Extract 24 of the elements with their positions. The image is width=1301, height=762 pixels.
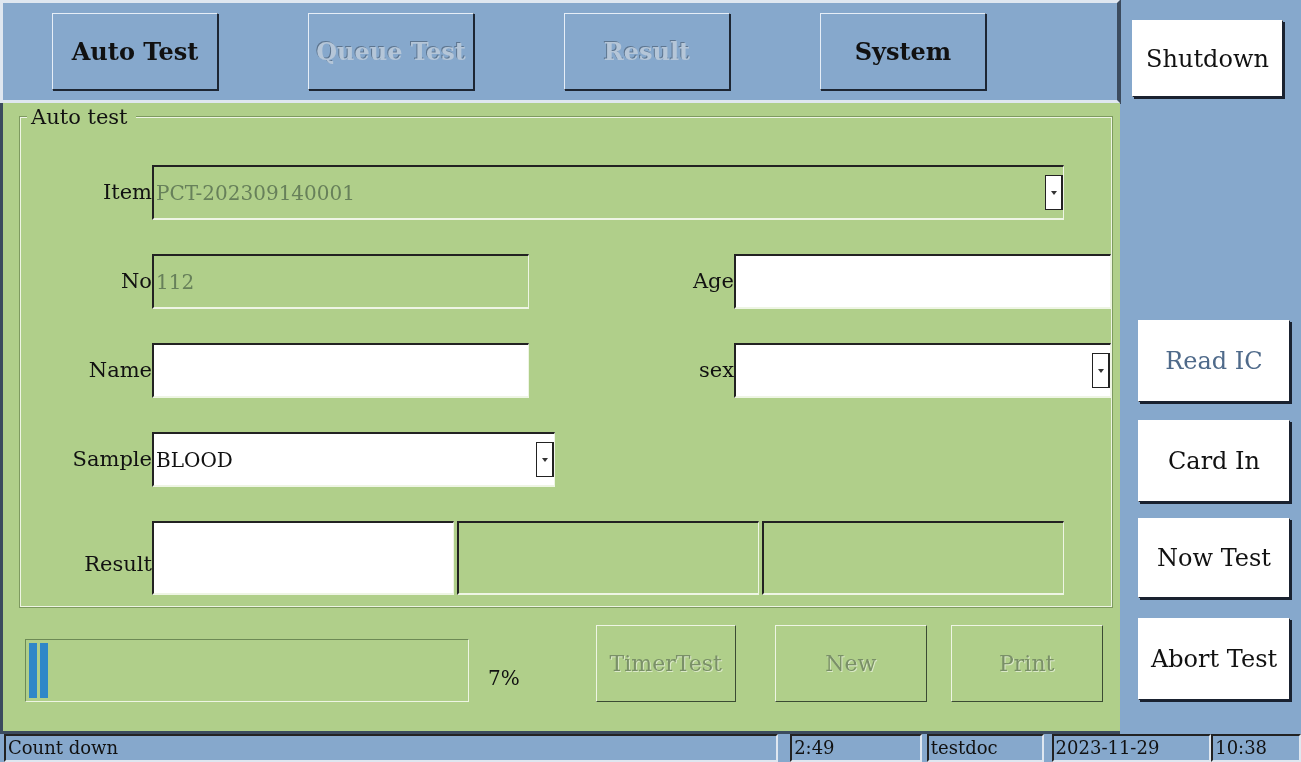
side-button[interactable]: Card In bbox=[1138, 420, 1290, 502]
status-segment: 2023-11-29 bbox=[1051, 734, 1212, 762]
field-label: No bbox=[119, 267, 152, 295]
dropdown-field[interactable]: BLOOD bbox=[152, 432, 555, 487]
side-button[interactable]: Now Test bbox=[1138, 518, 1290, 598]
field-label: sex bbox=[697, 356, 734, 384]
tab-button[interactable]: Auto Test bbox=[52, 13, 218, 90]
input-field[interactable] bbox=[734, 254, 1111, 309]
status-segment: testdoc bbox=[926, 734, 1044, 762]
status-segment: 2:49 bbox=[790, 734, 922, 762]
side-button[interactable]: Abort Test bbox=[1138, 618, 1290, 700]
field-label: Sample bbox=[71, 445, 152, 473]
input-field[interactable] bbox=[152, 343, 529, 398]
field-label: Age bbox=[691, 267, 734, 295]
result-field[interactable] bbox=[152, 521, 454, 595]
dropdown-field[interactable] bbox=[734, 343, 1111, 398]
field-label: Name bbox=[87, 356, 152, 384]
tab-button[interactable]: System bbox=[820, 13, 986, 90]
field-label: Item bbox=[101, 178, 152, 206]
status-segment: 10:38 bbox=[1211, 734, 1301, 762]
field-label: Result bbox=[83, 551, 152, 579]
progress-reading: 7% bbox=[488, 664, 520, 692]
side-button[interactable]: Shutdown bbox=[1132, 20, 1283, 97]
status-segment: Count down bbox=[4, 734, 779, 762]
